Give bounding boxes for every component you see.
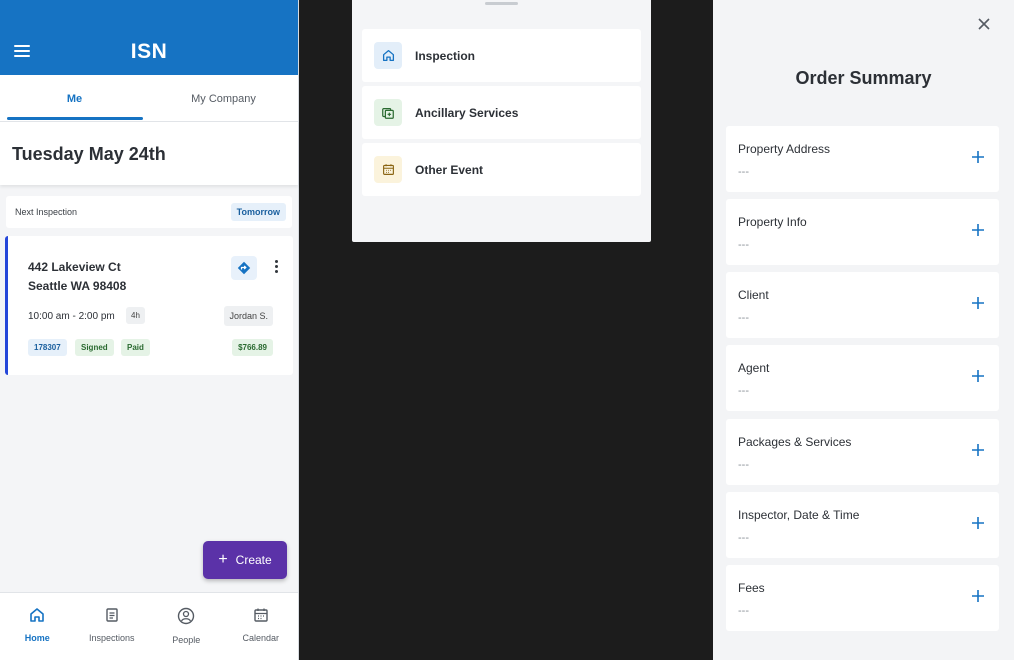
app-bar: ISN <box>0 0 298 75</box>
close-icon[interactable] <box>975 15 993 33</box>
option-inspection-label: Inspection <box>415 49 476 63</box>
app-logo: ISN <box>130 40 168 63</box>
section-client[interactable]: Client --- <box>726 272 999 338</box>
add-icon[interactable] <box>971 589 985 603</box>
nav-home[interactable]: Home <box>0 593 75 660</box>
order-id-badge: 178307 <box>28 339 67 356</box>
section-value: --- <box>738 166 749 178</box>
nav-calendar-label: Calendar <box>242 633 280 643</box>
price-badge: $766.89 <box>232 339 273 356</box>
bottom-nav: Home Inspections People Calendar <box>0 592 298 660</box>
section-value: --- <box>738 459 749 471</box>
option-other-event-label: Other Event <box>415 163 484 177</box>
option-inspection[interactable]: Inspection <box>362 29 641 82</box>
order-summary-panel: Order Summary Property Address --- Prope… <box>713 0 1014 660</box>
home-icon <box>30 608 45 622</box>
nav-people-label: People <box>172 635 201 645</box>
section-packages-services[interactable]: Packages & Services --- <box>726 419 999 485</box>
section-property-info[interactable]: Property Info --- <box>726 199 999 265</box>
person-icon <box>178 607 195 625</box>
add-icon[interactable] <box>971 516 985 530</box>
section-value: --- <box>738 605 749 617</box>
address-line-1: 442 Lakeview Ct <box>28 260 121 274</box>
directions-icon <box>237 261 251 275</box>
tab-my-company[interactable]: My Company <box>149 75 298 121</box>
add-icon[interactable] <box>971 150 985 164</box>
sheet-drag-handle[interactable] <box>485 2 518 5</box>
event-type-sheet: Inspection Ancillary Services Other Even… <box>352 0 651 242</box>
directions-button[interactable] <box>231 256 257 280</box>
section-title: Property Address <box>738 142 831 156</box>
next-inspection-label: Next Inspection <box>15 207 78 217</box>
inspection-time: 10:00 am - 2:00 pm <box>28 311 115 322</box>
create-label: Create <box>235 553 272 567</box>
section-title: Fees <box>738 581 765 595</box>
option-other-event[interactable]: Other Event <box>362 143 641 196</box>
section-title: Inspector, Date & Time <box>738 508 860 522</box>
plus-icon: + <box>218 551 228 568</box>
add-service-icon <box>374 99 402 126</box>
nav-people[interactable]: People <box>149 593 224 660</box>
nav-inspections-label: Inspections <box>88 633 135 643</box>
section-title: Agent <box>738 361 770 375</box>
clipboard-icon <box>106 608 118 622</box>
nav-inspections[interactable]: Inspections <box>75 593 150 660</box>
signed-badge: Signed <box>75 339 114 356</box>
add-icon[interactable] <box>971 369 985 383</box>
paid-badge: Paid <box>121 339 150 356</box>
section-value: --- <box>738 532 749 544</box>
option-ancillary-label: Ancillary Services <box>415 106 519 120</box>
nav-home-label: Home <box>24 633 50 643</box>
nav-calendar[interactable]: Calendar <box>224 593 299 660</box>
active-tab-indicator <box>7 117 143 120</box>
home-screen: ISN Me My Company Tuesday May 24th Next … <box>0 0 299 660</box>
section-value: --- <box>738 385 749 397</box>
more-options-icon[interactable] <box>268 260 284 278</box>
add-icon[interactable] <box>971 443 985 457</box>
address-line-2: Seattle WA 98408 <box>28 279 127 293</box>
order-summary-title: Order Summary <box>795 68 932 88</box>
section-property-address[interactable]: Property Address --- <box>726 126 999 192</box>
scope-tabs: Me My Company <box>0 75 298 121</box>
section-title: Property Info <box>738 215 807 229</box>
option-ancillary-services[interactable]: Ancillary Services <box>362 86 641 139</box>
add-icon[interactable] <box>971 296 985 310</box>
inspector-badge: Jordan S. <box>224 306 273 326</box>
inspection-card[interactable]: 442 Lakeview Ct Seattle WA 98408 10:00 a… <box>5 236 293 375</box>
section-agent[interactable]: Agent --- <box>726 345 999 411</box>
house-icon <box>374 42 402 69</box>
duration-badge: 4h <box>126 307 145 324</box>
section-value: --- <box>738 239 749 251</box>
add-icon[interactable] <box>971 223 985 237</box>
calendar-icon <box>374 156 402 183</box>
calendar-icon <box>254 608 268 622</box>
next-inspection-header: Next Inspection Tomorrow <box>6 196 292 228</box>
tab-me[interactable]: Me <box>0 75 149 121</box>
section-title: Packages & Services <box>738 435 852 449</box>
inspection-address: 442 Lakeview Ct Seattle WA 98408 <box>28 258 126 296</box>
section-title: Client <box>738 288 769 302</box>
tomorrow-badge: Tomorrow <box>230 203 286 221</box>
section-fees[interactable]: Fees --- <box>726 565 999 631</box>
create-button[interactable]: + Create <box>203 541 287 579</box>
section-value: --- <box>738 312 749 324</box>
date-heading: Tuesday May 24th <box>0 121 298 185</box>
section-inspector-date-time[interactable]: Inspector, Date & Time --- <box>726 492 999 558</box>
